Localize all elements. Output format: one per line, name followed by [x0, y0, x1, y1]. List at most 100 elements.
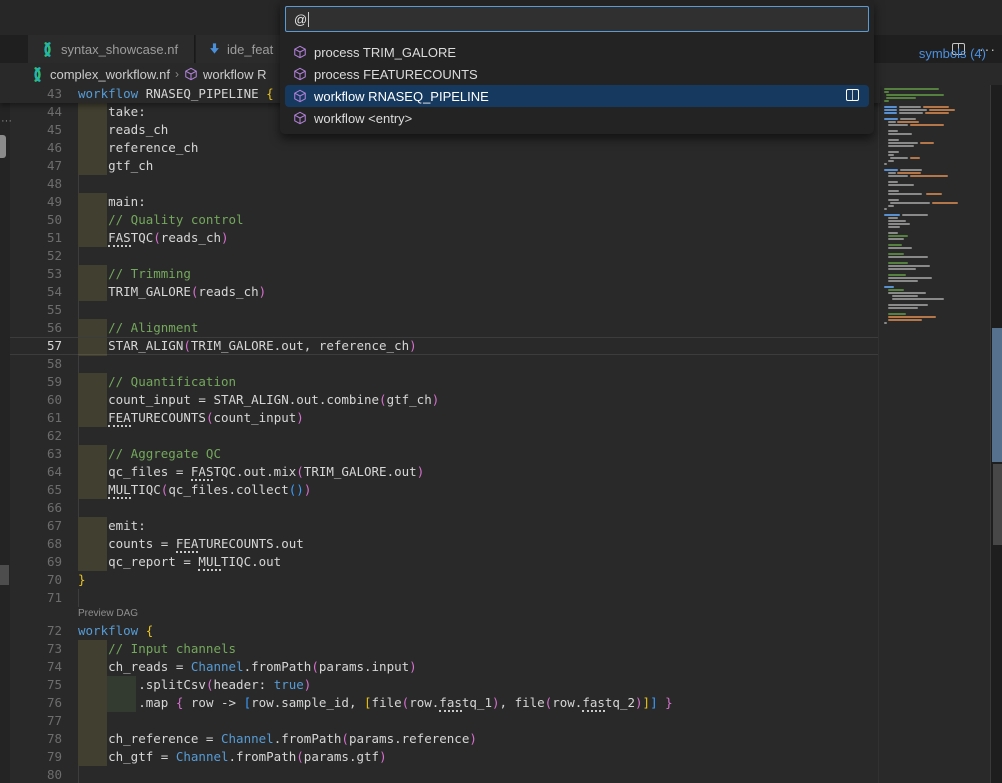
code-line[interactable]: 64 qc_files = FASTQC.out.mix(TRIM_GALORE…	[0, 463, 880, 481]
code-line[interactable]: 66	[0, 499, 880, 517]
code-line[interactable]: 59 // Quantification	[0, 373, 880, 391]
code-line[interactable]: 63 // Aggregate QC	[0, 445, 880, 463]
code-line[interactable]: 54 TRIM_GALORE(reads_ch)	[0, 283, 880, 301]
vertical-scrollbar[interactable]	[990, 85, 1002, 783]
code-line[interactable]: 50 // Quality control	[0, 211, 880, 229]
minimap-line	[899, 106, 921, 108]
indent-guide	[78, 766, 79, 783]
minimap-line	[890, 202, 930, 204]
code-line[interactable]: 71	[0, 589, 880, 607]
code-line[interactable]: 47 gtf_ch	[0, 157, 880, 175]
minimap-line	[923, 106, 949, 108]
code-line[interactable]: 65 MULTIQC(qc_files.collect())	[0, 481, 880, 499]
left-scrollbar-thumb[interactable]	[0, 135, 6, 158]
code-line[interactable]: 57 STAR_ALIGN(TRIM_GALORE.out, reference…	[0, 337, 880, 355]
code-text: FASTQC(reads_ch)	[78, 229, 229, 247]
minimap-line	[884, 109, 897, 111]
quick-open-panel: @ process TRIM_GALOREprocess FEATURECOUN…	[280, 0, 874, 134]
quick-open-query: @	[294, 12, 307, 27]
minimap-line	[888, 253, 904, 255]
code-text: // Aggregate QC	[78, 445, 221, 463]
tab-syntax-showcase[interactable]: syntax_showcase.nf	[28, 35, 195, 63]
quick-open-item-label: process FEATURECOUNTS	[314, 67, 478, 82]
code-line[interactable]: 61 FEATURECOUNTS(count_input)	[0, 409, 880, 427]
code-line[interactable]: 70}	[0, 571, 880, 589]
minimap-line	[899, 109, 927, 111]
text-caret	[308, 12, 309, 27]
minimap-line	[888, 172, 896, 174]
minimap-line	[888, 247, 912, 249]
symbol-cube-icon	[293, 89, 307, 103]
symbol-cube-icon	[293, 67, 307, 81]
minimap-line	[888, 268, 916, 270]
minimap-line	[884, 118, 898, 120]
codelens-preview-dag[interactable]: Preview DAG	[0, 607, 880, 622]
minimap-line	[888, 292, 926, 294]
minimap-line	[888, 223, 910, 225]
code-line[interactable]: 51 FASTQC(reads_ch)	[0, 229, 880, 247]
quick-open-item[interactable]: process TRIM_GALORE	[285, 41, 869, 63]
scrollbar-thumb-gray[interactable]	[993, 464, 1002, 545]
breadcrumb-symbol[interactable]: workflow R	[203, 67, 267, 82]
code-line[interactable]: 74 ch_reads = Channel.fromPath(params.in…	[0, 658, 880, 676]
minimap-line	[888, 217, 898, 219]
code-text: // Quantification	[78, 373, 236, 391]
code-line[interactable]: 76 .map { row -> [row.sample_id, [file(r…	[0, 694, 880, 712]
minimap-line	[888, 124, 908, 126]
code-line[interactable]: 49 main:	[0, 193, 880, 211]
minimap-line	[888, 238, 904, 240]
code-line[interactable]: 73 // Input channels	[0, 640, 880, 658]
code-text: .splitCsv(header: true)	[78, 676, 311, 694]
indent-guide	[78, 247, 79, 265]
code-text: ch_reads = Channel.fromPath(params.input…	[78, 658, 417, 676]
quick-open-item[interactable]: process FEATURECOUNTS	[285, 63, 869, 85]
quick-open-item[interactable]: workflow <entry>	[285, 107, 869, 129]
minimap[interactable]	[878, 85, 990, 783]
minimap-line	[892, 295, 918, 297]
minimap-line	[900, 169, 922, 171]
open-to-side-icon[interactable]	[846, 89, 859, 101]
minimap-line	[925, 112, 949, 114]
code-line[interactable]: 53 // Trimming	[0, 265, 880, 283]
minimap-line	[888, 262, 908, 264]
code-lines: 43workflow RNASEQ_PIPELINE {44 take:45 r…	[0, 85, 880, 783]
code-text: .map { row -> [row.sample_id, [file(row.…	[78, 694, 673, 712]
code-line[interactable]: 60 count_input = STAR_ALIGN.out.combine(…	[0, 391, 880, 409]
overflow-dots-icon[interactable]: ···	[1, 115, 12, 127]
minimap-line	[888, 205, 894, 207]
quick-open-input[interactable]: @	[285, 6, 869, 32]
code-line[interactable]: 48	[0, 175, 880, 193]
minimap-line	[892, 298, 944, 300]
minimap-line	[888, 316, 936, 318]
breadcrumb-file[interactable]: complex_workflow.nf	[50, 67, 170, 82]
code-line[interactable]: 46 reference_ch	[0, 139, 880, 157]
quick-open-item[interactable]: workflow RNASEQ_PIPELINE	[285, 85, 869, 107]
code-line[interactable]: 72workflow {	[0, 622, 880, 640]
code-line[interactable]: 55	[0, 301, 880, 319]
code-line[interactable]: 78 ch_reference = Channel.fromPath(param…	[0, 730, 880, 748]
code-line[interactable]: 58	[0, 355, 880, 373]
code-line[interactable]: 52	[0, 247, 880, 265]
nextflow-icon	[40, 42, 55, 57]
code-line[interactable]: 68 counts = FEATURECOUNTS.out	[0, 535, 880, 553]
quick-open-item-label: process TRIM_GALORE	[314, 45, 456, 60]
minimap-line	[886, 94, 944, 96]
code-line[interactable]: 75 .splitCsv(header: true)	[0, 676, 880, 694]
code-text: // Trimming	[78, 265, 191, 283]
code-text: emit:	[78, 517, 146, 535]
code-line[interactable]: 67 emit:	[0, 517, 880, 535]
code-text: // Input channels	[78, 640, 236, 658]
code-line[interactable]: 69 qc_report = MULTIQC.out	[0, 553, 880, 571]
minimap-line	[902, 214, 928, 216]
code-line[interactable]: 62	[0, 427, 880, 445]
code-line[interactable]: 77	[0, 712, 880, 730]
code-line[interactable]: 79 ch_gtf = Channel.fromPath(params.gtf)	[0, 748, 880, 766]
code-line[interactable]: 56 // Alignment	[0, 319, 880, 337]
code-editor[interactable]: 43workflow RNASEQ_PIPELINE {44 take:45 r…	[0, 85, 1002, 783]
scrollbar-thumb-blue[interactable]	[992, 328, 1002, 462]
minimap-line	[888, 274, 906, 276]
code-text: take:	[78, 103, 146, 121]
minimap-line	[910, 175, 948, 177]
minimap-line	[888, 139, 899, 141]
code-line[interactable]: 80	[0, 766, 880, 783]
